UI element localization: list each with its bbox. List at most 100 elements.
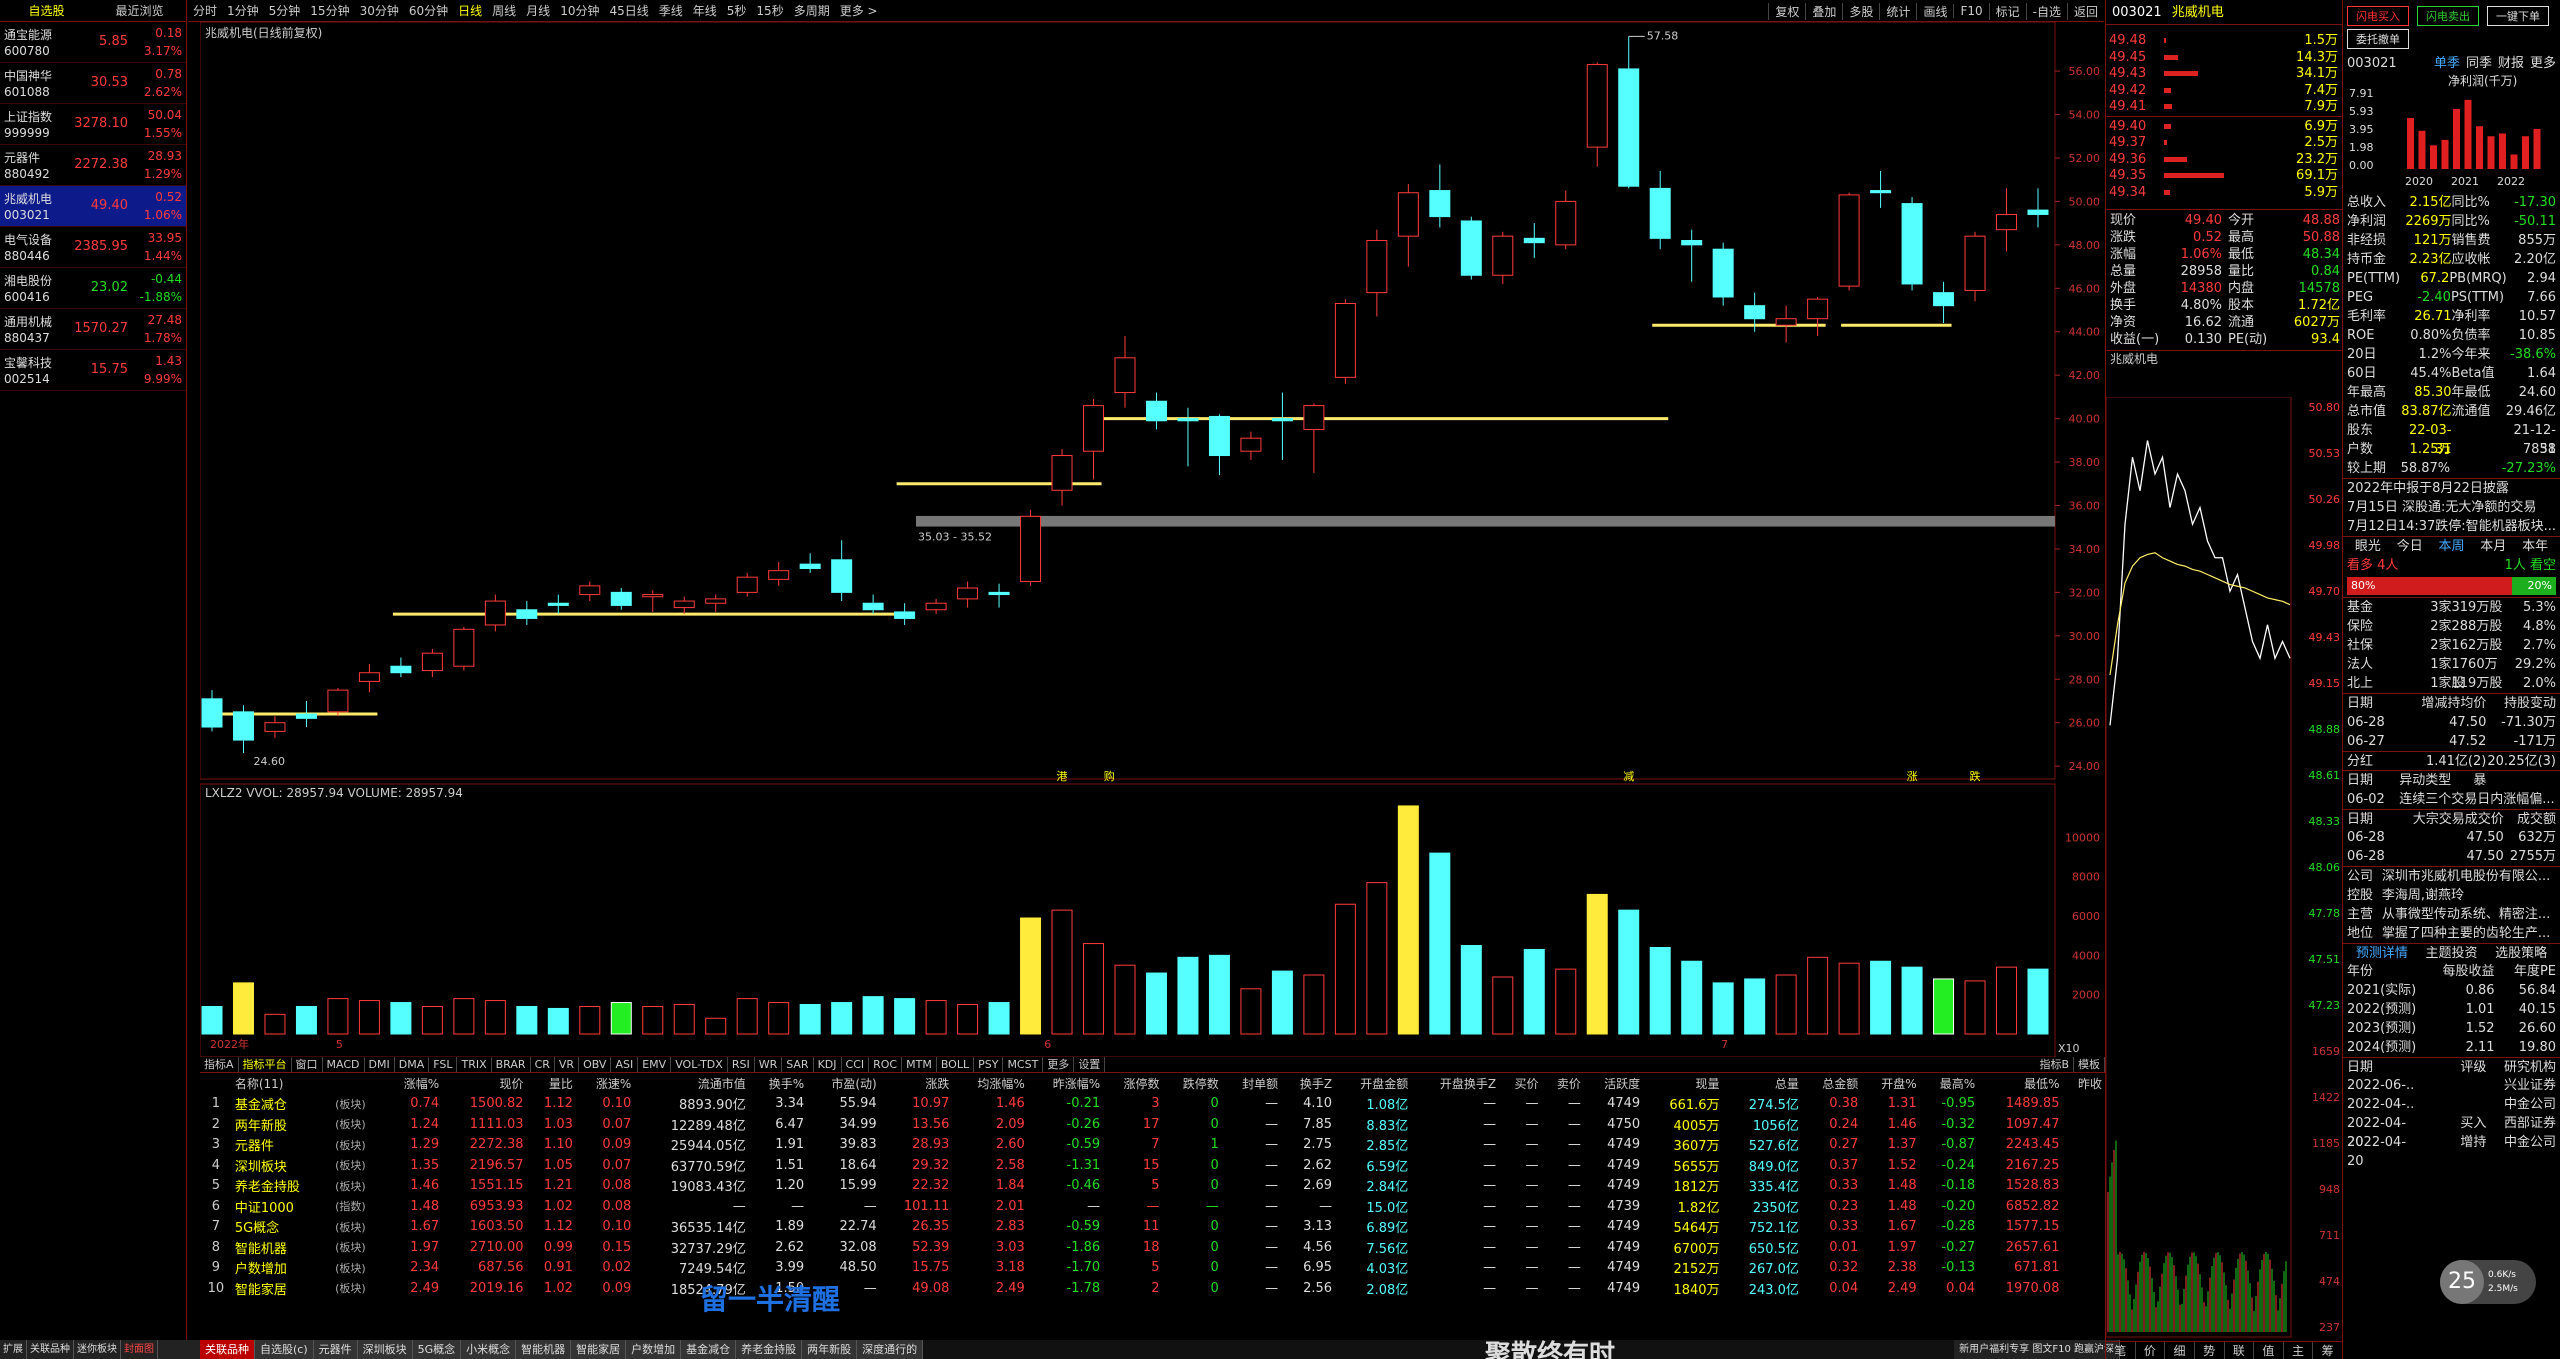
fin-tab[interactable]: 同季 bbox=[2466, 55, 2492, 73]
volume-bar[interactable] bbox=[579, 1005, 601, 1035]
volume-bar[interactable] bbox=[1114, 964, 1136, 1035]
promo-text[interactable]: 新用户福利专享 图文F10 跑赢沪深 bbox=[1954, 1340, 2120, 1359]
column-header[interactable] bbox=[200, 1073, 232, 1094]
column-header[interactable]: 名称(11) bbox=[232, 1073, 332, 1094]
indicator-tab-right[interactable]: 指标B bbox=[2035, 1057, 2074, 1072]
volume-bar[interactable] bbox=[1586, 893, 1608, 1035]
opinion-tab[interactable]: 今日 bbox=[2389, 537, 2431, 556]
column-header[interactable]: 开盘% bbox=[1861, 1073, 1919, 1094]
candle[interactable] bbox=[1901, 197, 1923, 291]
bids-row[interactable]: 49.34 5.9万 bbox=[2106, 185, 2342, 202]
volume-bar[interactable] bbox=[799, 1004, 821, 1035]
table-row[interactable]: 6 中证1000 (指数) 1.48 6953.93 1.02 0.08 — — — 101.11 2… bbox=[200, 1196, 2105, 1217]
period-tab[interactable]: 10分钟 bbox=[555, 2, 604, 19]
quote-bottom-tab[interactable]: 笔 bbox=[2106, 1342, 2136, 1359]
volume-bar[interactable] bbox=[894, 998, 916, 1035]
candle[interactable] bbox=[1208, 414, 1230, 476]
table-row[interactable]: 7 5G概念 (板块) 1.67 1603.50 1.12 0.10 36535.14亿 1.8… bbox=[200, 1217, 2105, 1238]
period-tab[interactable]: 年线 bbox=[688, 2, 722, 19]
ratings-row[interactable]: 2022-04-.. 中金公司 bbox=[2343, 1095, 2560, 1114]
indicator-tab[interactable]: PSY bbox=[974, 1057, 1004, 1072]
quote-bottom-tab[interactable]: 筹 bbox=[2313, 1342, 2343, 1359]
event-marker[interactable]: 购 bbox=[1104, 769, 1115, 783]
toolbar-button[interactable]: 叠加 bbox=[1805, 2, 1842, 20]
candle[interactable] bbox=[1271, 392, 1293, 460]
candle[interactable] bbox=[1020, 509, 1042, 586]
opinion-tab[interactable]: 本周 bbox=[2431, 537, 2473, 556]
candle[interactable] bbox=[358, 664, 380, 693]
candle[interactable] bbox=[894, 603, 916, 625]
volume-bar[interactable] bbox=[201, 1005, 223, 1035]
volume-bar[interactable] bbox=[327, 998, 349, 1035]
indicator-tab[interactable]: DMI bbox=[365, 1057, 395, 1072]
column-header[interactable]: 流通市值 bbox=[634, 1073, 748, 1094]
candle[interactable] bbox=[327, 687, 349, 717]
period-tab[interactable]: 60分钟 bbox=[404, 2, 453, 19]
event-marker[interactable]: 港 bbox=[1057, 770, 1068, 783]
indicator-tab[interactable]: VOL-TDX bbox=[671, 1057, 728, 1072]
bottom-tab[interactable]: 养老金持股 bbox=[736, 1340, 803, 1359]
candle[interactable] bbox=[1303, 403, 1325, 473]
table-row[interactable]: 1 基金减仓 (板块) 0.74 1500.82 1.12 0.10 8893.90亿 3.34… bbox=[200, 1094, 2105, 1115]
watchlist-item[interactable]: 电气设备 880446 2385.95 33.95 1.44% bbox=[0, 227, 186, 268]
ratings-row[interactable]: 2022-06-.. 兴业证券 bbox=[2343, 1076, 2560, 1095]
table-row[interactable]: 2 两年新股 (板块) 1.24 1111.03 1.03 0.07 12289.48亿 6.4… bbox=[200, 1114, 2105, 1135]
column-header[interactable]: 昨收 bbox=[2062, 1073, 2105, 1094]
volume-bar[interactable] bbox=[1649, 946, 1671, 1035]
column-header[interactable]: 量比 bbox=[527, 1073, 576, 1094]
volume-bar[interactable] bbox=[232, 982, 254, 1035]
volume-bar[interactable] bbox=[1240, 988, 1262, 1035]
volume-bar[interactable] bbox=[1334, 903, 1356, 1035]
indicator-tab[interactable]: RSI bbox=[728, 1057, 755, 1072]
volume-bar[interactable] bbox=[1996, 966, 2018, 1035]
opinion-tab[interactable]: 眼光 bbox=[2347, 537, 2389, 556]
volume-bar[interactable] bbox=[1145, 972, 1167, 1035]
left-bottom-tab[interactable]: 迷你板块 bbox=[74, 1340, 121, 1359]
candle[interactable] bbox=[1240, 431, 1262, 460]
news-item[interactable]: 2022年中报于8月22日披露 bbox=[2343, 479, 2560, 498]
toolbar-button[interactable]: 统计 bbox=[1879, 2, 1916, 20]
opinion-tab[interactable]: 本年 bbox=[2514, 537, 2556, 556]
toolbar-button[interactable]: 返回 bbox=[2066, 2, 2104, 20]
candle[interactable] bbox=[1712, 242, 1734, 306]
candle[interactable] bbox=[705, 594, 727, 612]
column-header[interactable]: 开盘换手Z bbox=[1411, 1073, 1499, 1094]
asks-row[interactable]: 49.41 7.9万 bbox=[2106, 99, 2342, 116]
column-header[interactable]: 涨停数 bbox=[1103, 1073, 1162, 1094]
volume-bar[interactable] bbox=[768, 1002, 790, 1035]
volume-bar[interactable] bbox=[1271, 970, 1293, 1035]
period-tab[interactable]: 多周期 bbox=[789, 2, 835, 19]
quote-bottom-tab[interactable]: 主 bbox=[2284, 1342, 2314, 1359]
table-row[interactable]: 8 智能机器 (板块) 1.97 2710.00 0.99 0.15 32737.29亿 2.6… bbox=[200, 1237, 2105, 1258]
volume-bar[interactable] bbox=[1523, 948, 1545, 1035]
candle[interactable] bbox=[1429, 164, 1451, 228]
volume-bar[interactable] bbox=[736, 998, 758, 1035]
volume-bar[interactable] bbox=[988, 1002, 1010, 1035]
indicator-tab[interactable]: EMV bbox=[638, 1057, 672, 1072]
column-header[interactable]: 均涨幅% bbox=[952, 1073, 1027, 1094]
bottom-tab[interactable]: 智能家居 bbox=[571, 1340, 627, 1359]
bids-row[interactable]: 49.36 23.2万 bbox=[2106, 152, 2342, 169]
table-row[interactable]: 3 元器件 (板块) 1.29 2272.38 1.10 0.09 25944.05亿 1.91… bbox=[200, 1135, 2105, 1156]
indicator-tab[interactable]: 更多 bbox=[1043, 1057, 1075, 1072]
indicator-tab[interactable]: 窗口 bbox=[292, 1057, 323, 1072]
volume-bar[interactable] bbox=[453, 998, 475, 1035]
candle[interactable] bbox=[232, 705, 254, 754]
bottom-tab[interactable]: 小米概念 bbox=[461, 1340, 517, 1359]
volume-bar[interactable] bbox=[610, 1002, 632, 1035]
anomaly-row[interactable]: 06-02 连续三个交易日内涨幅偏... bbox=[2343, 790, 2560, 809]
company-row[interactable]: 公司 深圳市兆威机电股份有限公... bbox=[2343, 867, 2560, 886]
indicator-tab[interactable]: ROC bbox=[869, 1057, 903, 1072]
candle[interactable] bbox=[799, 553, 821, 573]
candle[interactable] bbox=[1555, 190, 1577, 250]
column-header[interactable]: 卖价 bbox=[1542, 1073, 1584, 1094]
column-header[interactable]: 总量 bbox=[1723, 1073, 1802, 1094]
indicator-tab[interactable]: BRAR bbox=[492, 1057, 531, 1072]
column-header[interactable]: 最低% bbox=[1978, 1073, 2062, 1094]
news-item[interactable]: 7月12日14:37跌停:智能机器板块... bbox=[2343, 517, 2560, 536]
volume-bar[interactable] bbox=[295, 1005, 317, 1035]
forecast-tab[interactable]: 主题投资 bbox=[2417, 944, 2487, 962]
candle[interactable] bbox=[1775, 305, 1797, 343]
fin-tab[interactable]: 更多 bbox=[2530, 55, 2556, 73]
toolbar-button[interactable]: 多股 bbox=[1842, 2, 1879, 20]
